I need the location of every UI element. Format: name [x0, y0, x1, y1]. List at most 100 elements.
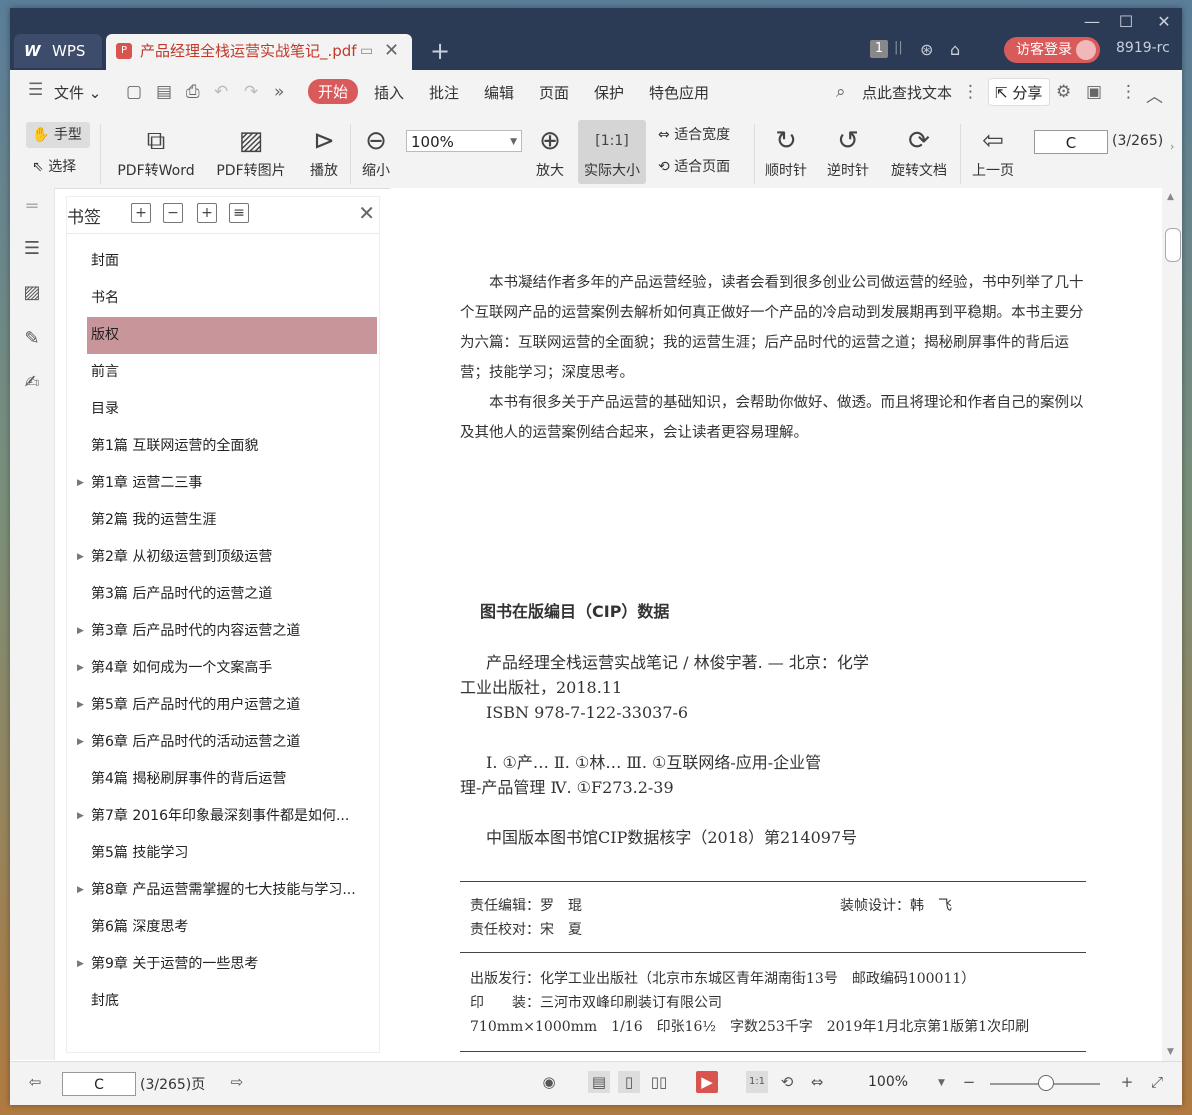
bookmark-item[interactable]: 版权 [87, 317, 377, 354]
hand-tool-button[interactable]: ✋ 手型 [26, 122, 90, 148]
zoom-select[interactable]: 100% ▼ [406, 130, 522, 152]
bookmark-item[interactable]: ▶ 第2章 从初级运营到顶级运营 [67, 539, 379, 576]
play-button[interactable]: ⊳ 播放 [306, 124, 342, 180]
share-button[interactable]: ⇱ 分享 [988, 78, 1050, 106]
zoom-out-button[interactable]: ⊖ 缩小 [358, 124, 394, 180]
status-page-input[interactable]: C [62, 1072, 136, 1096]
more-options-icon[interactable]: ⋮ [1120, 82, 1137, 102]
actual-size-button[interactable]: [1:1] 实际大小 [578, 120, 646, 184]
bookmark-item[interactable]: ▶ 第6章 后产品时代的活动运营之道 [67, 724, 379, 761]
page-number-input[interactable]: C [1034, 130, 1108, 154]
tab-protect[interactable]: 保护 [594, 82, 624, 103]
expand-arrow-icon[interactable]: ▶ [77, 687, 84, 724]
document-view[interactable]: 本书凝结作者多年的产品运营经验，读者会看到很多创业公司做运营的经验，书中列举了几… [390, 188, 1162, 1061]
scroll-thumb[interactable] [1165, 228, 1181, 262]
collapse-ribbon-icon[interactable]: ︿ [1146, 82, 1163, 107]
fit-width-status-icon[interactable]: ⇔ [806, 1071, 828, 1093]
expand-arrow-icon[interactable]: ▶ [77, 613, 84, 650]
new-tab-button[interactable]: + [430, 36, 450, 66]
bookmark-item[interactable]: 第2篇 我的运营生涯 [67, 502, 379, 539]
signature-icon[interactable]: ✍ [21, 372, 43, 394]
continuous-view-icon[interactable]: ▤ [588, 1071, 610, 1093]
file-menu[interactable]: 文件 ⌄ [54, 82, 101, 103]
tab-page[interactable]: 页面 [539, 82, 569, 103]
bookmark-item[interactable]: 第4篇 揭秘刷屏事件的背后运营 [67, 761, 379, 798]
bookmark-item[interactable]: 第6篇 深度思考 [67, 909, 379, 946]
window-count-badge[interactable]: 1 [870, 40, 888, 58]
tab-special[interactable]: 特色应用 [649, 82, 709, 103]
zoom-plus-icon[interactable]: + [1116, 1071, 1138, 1093]
more-vertical-icon[interactable]: ⋮ [962, 82, 979, 102]
rotate-counterclockwise-button[interactable]: ↺ 逆时针 [822, 124, 874, 180]
bookmark-item[interactable]: ▶ 第3章 后产品时代的内容运营之道 [67, 613, 379, 650]
collapse-all-icon[interactable]: − [163, 203, 183, 223]
fit-page-button[interactable]: ⟲ 适合页面 [658, 156, 730, 176]
next-page-icon[interactable]: ⇨ [226, 1071, 248, 1093]
vertical-scrollbar[interactable]: ▲ ▼ [1162, 188, 1182, 1061]
chevron-right-icon[interactable]: › [1170, 140, 1174, 153]
bookmark-item[interactable]: ▶ 第8章 产品运营需掌握的七大技能与学习... [67, 872, 379, 909]
drag-handle-icon[interactable]: ═ [21, 196, 43, 218]
fullscreen-icon[interactable]: ⤢ [1146, 1071, 1168, 1093]
select-tool-button[interactable]: ⇖ 选择 [32, 156, 76, 176]
close-tab-icon[interactable]: ✕ [384, 34, 399, 68]
search-text-button[interactable]: 点此查找文本 [862, 82, 952, 103]
undo-icon[interactable]: ↶ [214, 82, 228, 102]
tab-start[interactable]: 开始 [308, 79, 359, 104]
skin-icon[interactable]: ⌂ [950, 40, 960, 59]
bookmark-list-icon[interactable]: ☰ [21, 238, 43, 260]
zoom-slider-knob[interactable] [1038, 1075, 1054, 1091]
expand-arrow-icon[interactable]: ▶ [77, 465, 84, 502]
scroll-down-icon[interactable]: ▼ [1167, 1047, 1174, 1057]
fit-page-status-icon[interactable]: ⟲ [776, 1071, 798, 1093]
tab-annotate[interactable]: 批注 [429, 82, 459, 103]
two-page-icon[interactable]: ▯▯ [648, 1071, 670, 1093]
expand-arrow-icon[interactable]: ▶ [77, 872, 84, 909]
bookmark-item[interactable]: ▶ 第5章 后产品时代的用户运营之道 [67, 687, 379, 724]
bookmark-item[interactable]: 前言 [67, 354, 379, 391]
expand-arrow-icon[interactable]: ▶ [77, 539, 84, 576]
annotation-icon[interactable]: ✎ [21, 328, 43, 350]
prev-page-icon[interactable]: ⇦ [24, 1071, 46, 1093]
zoom-minus-icon[interactable]: − [958, 1071, 980, 1093]
search-icon[interactable]: ⌕ [836, 82, 846, 102]
tab-insert[interactable]: 插入 [374, 82, 404, 103]
single-page-icon[interactable]: ▯ [618, 1071, 640, 1093]
bookmark-item[interactable]: 第5篇 技能学习 [67, 835, 379, 872]
actual-size-status-icon[interactable]: 1:1 [746, 1071, 768, 1093]
add-bookmark-icon[interactable]: + [197, 203, 217, 223]
bookmark-item[interactable]: 封面 [67, 243, 379, 280]
close-window-icon[interactable]: ✕ [1146, 10, 1182, 34]
maximize-icon[interactable]: ☐ [1108, 10, 1144, 34]
close-panel-icon[interactable]: ✕ [358, 201, 375, 225]
sync-icon[interactable]: ⊛ [920, 40, 933, 59]
play-icon[interactable]: ▶ [696, 1071, 718, 1093]
minimize-icon[interactable]: — [1074, 10, 1110, 34]
bookmark-item[interactable]: 第1篇 互联网运营的全面貌 [67, 428, 379, 465]
prev-page-button[interactable]: ⇦ 上一页 [966, 124, 1020, 180]
bookmark-item[interactable]: ▶ 第4章 如何成为一个文案高手 [67, 650, 379, 687]
bookmark-options-icon[interactable]: ≡ [229, 203, 249, 223]
tab-document[interactable]: P 产品经理全栈运营实战笔记_.pdf ▭ ✕ [106, 34, 412, 70]
monitor-icon[interactable]: ▭ [360, 34, 373, 68]
bookmark-item[interactable]: 书名 [67, 280, 379, 317]
expand-arrow-icon[interactable]: ▶ [77, 798, 84, 835]
expand-arrow-icon[interactable]: ▶ [77, 724, 84, 761]
fit-width-button[interactable]: ⇔ 适合宽度 [658, 124, 730, 144]
zoom-dropdown-icon[interactable]: ▼ [938, 1078, 945, 1088]
comment-icon[interactable]: ▣ [1086, 82, 1102, 102]
save-icon[interactable]: ▤ [156, 82, 172, 102]
open-folder-icon[interactable]: ▢ [126, 82, 142, 102]
tab-edit[interactable]: 编辑 [484, 82, 514, 103]
bookmark-item[interactable]: ▶ 第9章 关于运营的一些思考 [67, 946, 379, 983]
redo-icon[interactable]: ↷ [244, 82, 258, 102]
visitor-login-button[interactable]: 访客登录 [1004, 37, 1100, 63]
rotate-document-button[interactable]: ⟳ 旋转文档 [886, 124, 952, 180]
rotate-clockwise-button[interactable]: ↻ 顺时针 [760, 124, 812, 180]
hamburger-icon[interactable]: ☰ [28, 80, 43, 100]
expand-all-icon[interactable]: + [131, 203, 151, 223]
expand-arrow-icon[interactable]: ▶ [77, 946, 84, 983]
more-arrows-icon[interactable]: » [274, 82, 284, 102]
zoom-in-button[interactable]: ⊕ 放大 [532, 124, 568, 180]
thumbnail-icon[interactable]: ▨ [21, 282, 43, 304]
